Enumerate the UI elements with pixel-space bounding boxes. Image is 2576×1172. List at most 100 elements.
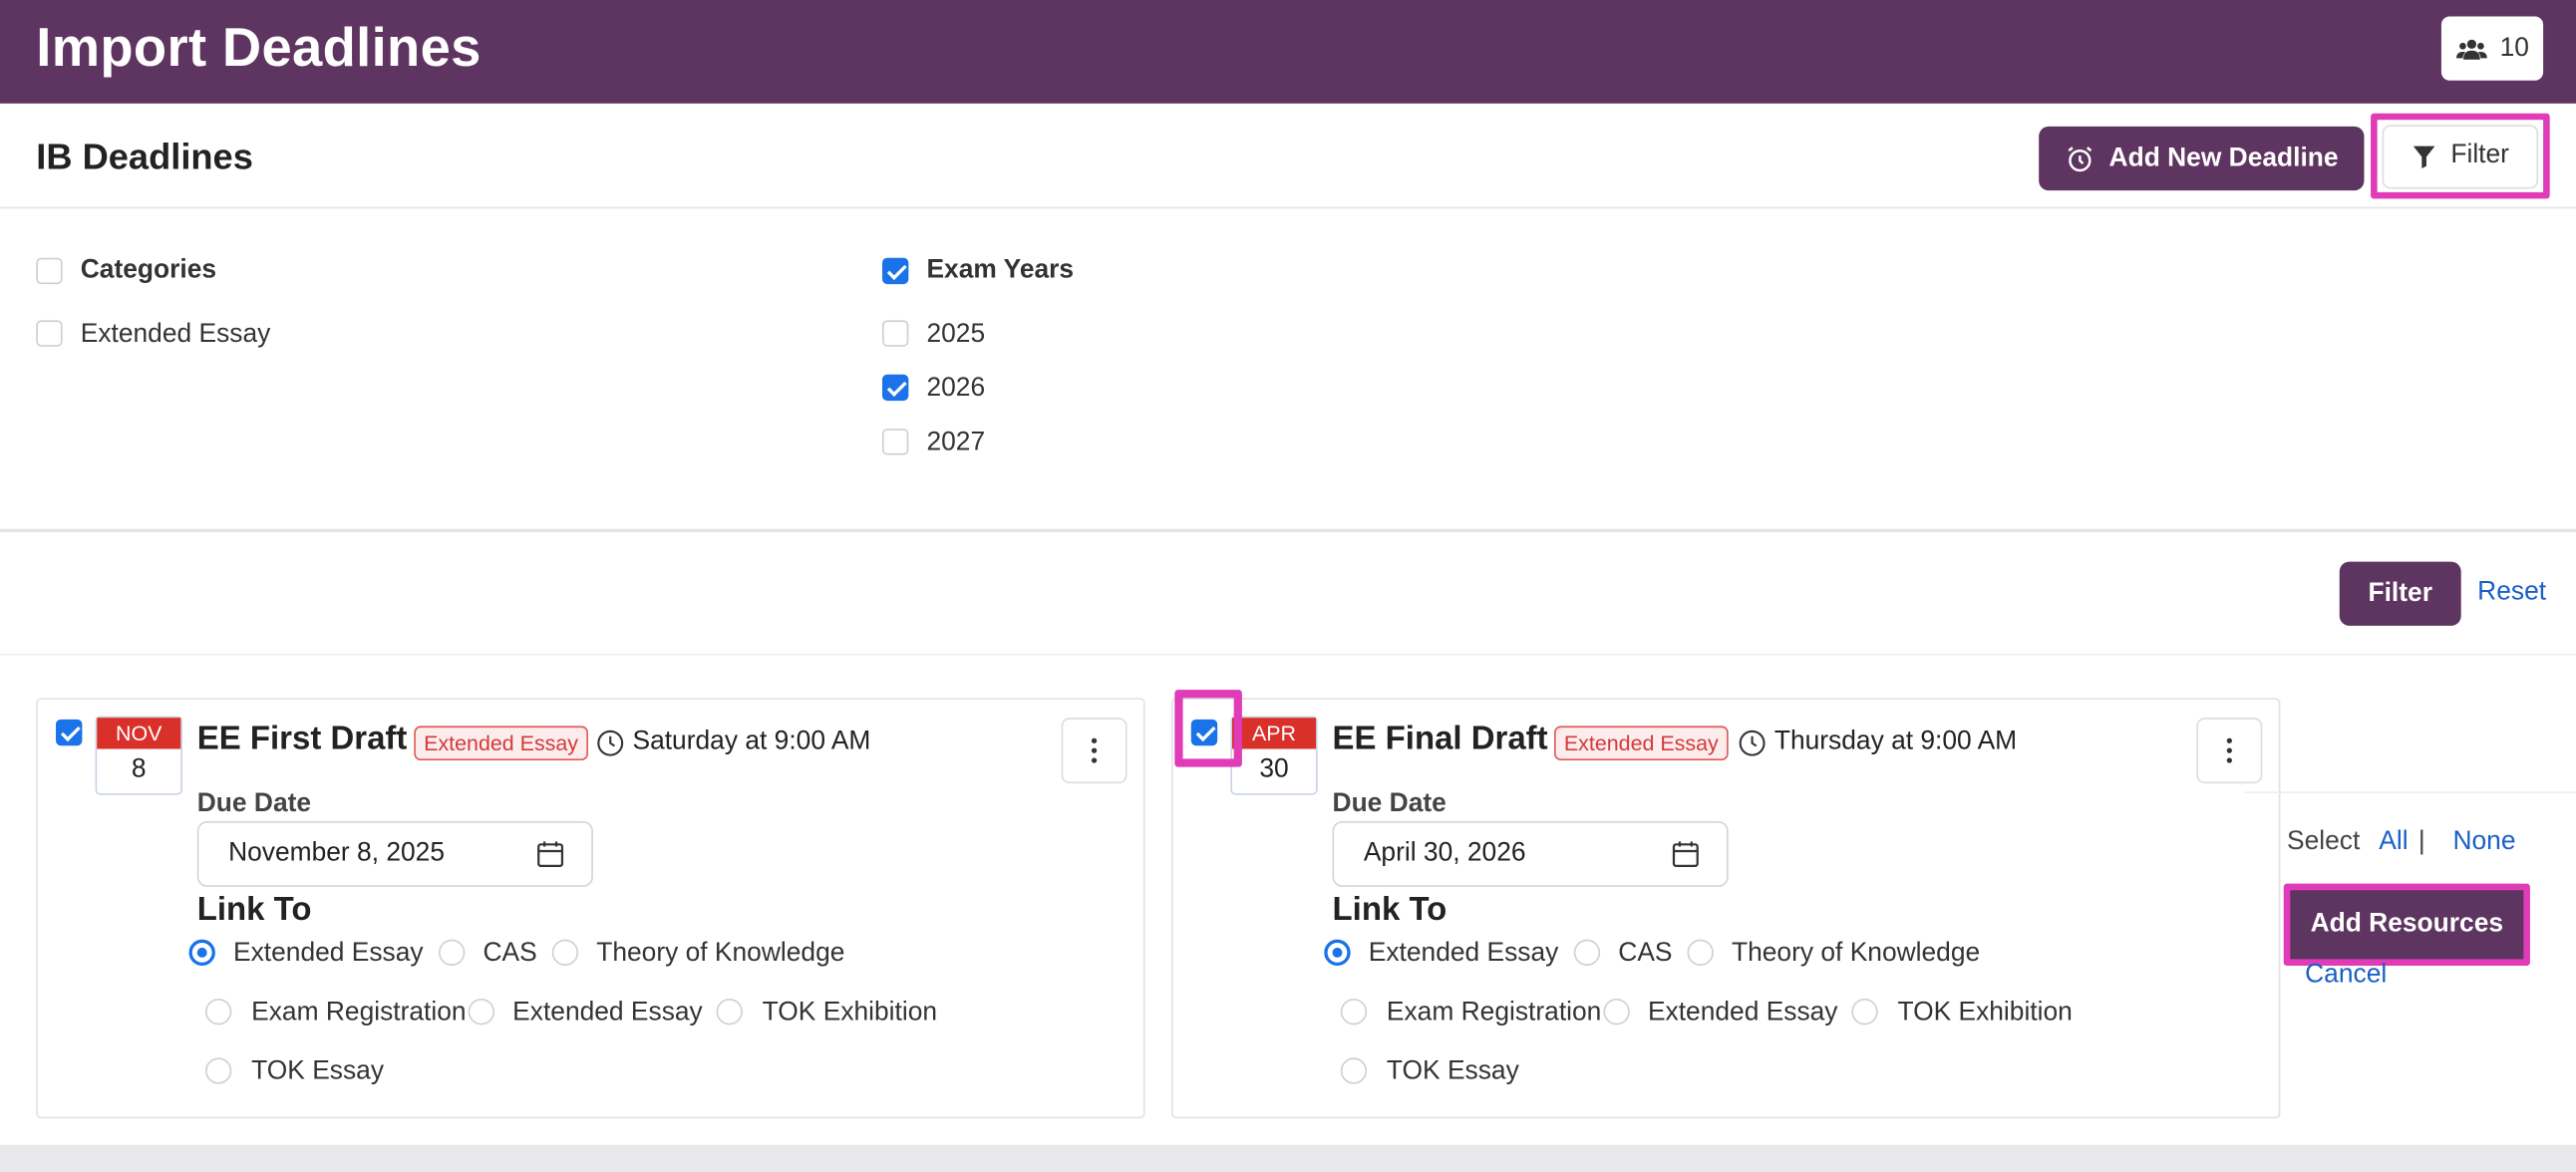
date-badge-day: 30: [1259, 755, 1289, 784]
due-date-value: November 8, 2025: [228, 839, 446, 868]
link-radio-tok[interactable]: [551, 939, 579, 967]
date-badge: NOV 8: [95, 716, 182, 795]
add-new-deadline-button[interactable]: Add New Deadline: [2039, 126, 2365, 191]
add-resources-button[interactable]: Add Resources: [2283, 883, 2530, 967]
deadline-time-label: Saturday at 9:00 AM: [632, 728, 871, 756]
year-2026-checkbox[interactable]: [881, 374, 909, 402]
link-label-extended-essay-2: Extended Essay: [1647, 998, 1838, 1026]
select-label: Select: [2287, 827, 2361, 856]
bottom-scroll-area: [0, 1144, 2576, 1172]
deadline-select-checkbox[interactable]: [56, 719, 83, 746]
category-tag: Extended Essay: [1554, 726, 1729, 761]
link-radio-extended-essay[interactable]: [1324, 939, 1351, 967]
link-radio-cas[interactable]: [1573, 939, 1601, 967]
page-title: Import Deadlines: [36, 16, 482, 78]
link-radio-tok-exhibition[interactable]: [1851, 998, 1878, 1026]
date-badge-month: APR: [1232, 718, 1317, 749]
select-all-link[interactable]: All: [2379, 828, 2408, 858]
exam-years-checkbox[interactable]: [881, 257, 909, 285]
due-date-label: Due Date: [196, 789, 312, 818]
categories-heading: Categories: [80, 256, 217, 285]
link-radio-exam-registration[interactable]: [205, 998, 232, 1026]
checkbox-highlight: [1174, 690, 1242, 767]
users-count-button[interactable]: 10: [2440, 16, 2544, 81]
year-2027-label: 2027: [926, 429, 986, 457]
select-separator: |: [2417, 827, 2425, 856]
date-badge: APR 30: [1230, 716, 1318, 795]
users-count: 10: [2499, 33, 2529, 62]
link-label-cas: CAS: [1618, 939, 1673, 968]
calendar-icon[interactable]: [535, 839, 565, 869]
deadline-card: NOV 8 EE First Draft Extended Essay Satu…: [36, 698, 1145, 1119]
year-2027-checkbox[interactable]: [881, 429, 909, 455]
filter-toggle-button[interactable]: Filter: [2382, 124, 2539, 188]
link-label-tok-essay: TOK Essay: [1386, 1057, 1519, 1086]
year-2026-label: 2026: [926, 374, 986, 403]
link-radio-tok-essay[interactable]: [205, 1057, 232, 1084]
link-label-extended-essay: Extended Essay: [233, 939, 424, 968]
alarm-clock-icon: [2067, 146, 2092, 171]
select-none-link[interactable]: None: [2452, 828, 2515, 858]
category-extended-essay-label: Extended Essay: [80, 320, 271, 349]
due-date-label: Due Date: [1332, 789, 1447, 818]
section-title: IB Deadlines: [36, 136, 253, 177]
link-radio-tok[interactable]: [1687, 939, 1714, 967]
link-radio-exam-registration[interactable]: [1340, 998, 1368, 1026]
category-extended-essay-checkbox[interactable]: [36, 320, 63, 347]
year-2025-checkbox[interactable]: [881, 320, 909, 347]
link-label-tok-essay: TOK Essay: [251, 1057, 385, 1086]
link-label-tok: Theory of Knowledge: [1731, 939, 1981, 968]
deadline-title: EE First Draft: [196, 721, 408, 757]
due-date-input[interactable]: November 8, 2025: [196, 821, 593, 887]
link-label-exam-registration: Exam Registration: [251, 998, 467, 1026]
link-to-heading: Link To: [1332, 891, 1448, 929]
link-radio-tok-exhibition[interactable]: [716, 998, 743, 1026]
filter-toggle-highlight: Filter: [2371, 113, 2550, 199]
calendar-icon[interactable]: [1671, 839, 1701, 869]
exam-years-heading: Exam Years: [926, 256, 1075, 285]
reset-link[interactable]: Reset: [2477, 578, 2546, 608]
card-menu-button[interactable]: [1061, 718, 1127, 784]
link-label-tok: Theory of Knowledge: [596, 939, 845, 968]
link-radio-tok-essay[interactable]: [1340, 1057, 1368, 1084]
deadline-time: Saturday at 9:00 AM: [596, 728, 870, 757]
deadline-time-label: Thursday at 9:00 AM: [1773, 728, 2018, 756]
add-new-deadline-label: Add New Deadline: [2108, 144, 2339, 172]
deadline-time: Thursday at 9:00 AM: [1739, 728, 2018, 757]
apply-filter-button[interactable]: Filter: [2339, 561, 2461, 626]
due-date-input[interactable]: April 30, 2026: [1332, 821, 1729, 887]
add-resources-label: Add Resources: [2310, 909, 2504, 939]
link-radio-extended-essay[interactable]: [188, 939, 215, 967]
deadline-card: APR 30 EE Final Draft Extended Essay Thu…: [1171, 698, 2281, 1119]
link-radio-extended-essay-2[interactable]: [468, 998, 495, 1026]
link-to-heading: Link To: [196, 891, 312, 929]
link-label-cas: CAS: [483, 939, 537, 968]
link-radio-extended-essay-2[interactable]: [1603, 998, 1630, 1026]
cancel-link[interactable]: Cancel: [2305, 961, 2387, 991]
clock-icon: [597, 729, 624, 755]
link-label-tok-exhibition: TOK Exhibition: [762, 998, 938, 1026]
year-2025-label: 2025: [926, 320, 986, 349]
kebab-menu-icon: [1091, 737, 1098, 763]
card-menu-button[interactable]: [2196, 718, 2263, 784]
date-badge-month: NOV: [97, 718, 181, 749]
funnel-icon: [2413, 145, 2434, 168]
link-label-extended-essay: Extended Essay: [1368, 939, 1559, 968]
category-tag: Extended Essay: [414, 726, 588, 761]
kebab-menu-icon: [2226, 737, 2232, 763]
date-badge-day: 8: [131, 755, 147, 784]
link-radio-cas[interactable]: [439, 939, 466, 967]
clock-icon: [1739, 729, 1766, 755]
link-label-tok-exhibition: TOK Exhibition: [1897, 998, 2073, 1026]
link-label-exam-registration: Exam Registration: [1386, 998, 1602, 1026]
filter-toggle-label: Filter: [2450, 141, 2509, 169]
filter-actions: Filter Reset: [0, 534, 2576, 656]
section-header: IB Deadlines Add New Deadline Filter: [0, 104, 2576, 209]
due-date-value: April 30, 2026: [1363, 839, 1526, 868]
filter-panel: Categories Extended Essay Exam Years 202…: [0, 210, 2576, 532]
link-label-extended-essay-2: Extended Essay: [512, 998, 703, 1026]
categories-checkbox[interactable]: [36, 257, 63, 285]
users-icon: [2455, 38, 2487, 59]
deadline-title: EE Final Draft: [1332, 721, 1548, 757]
app-header: Import Deadlines 10: [0, 0, 2576, 104]
